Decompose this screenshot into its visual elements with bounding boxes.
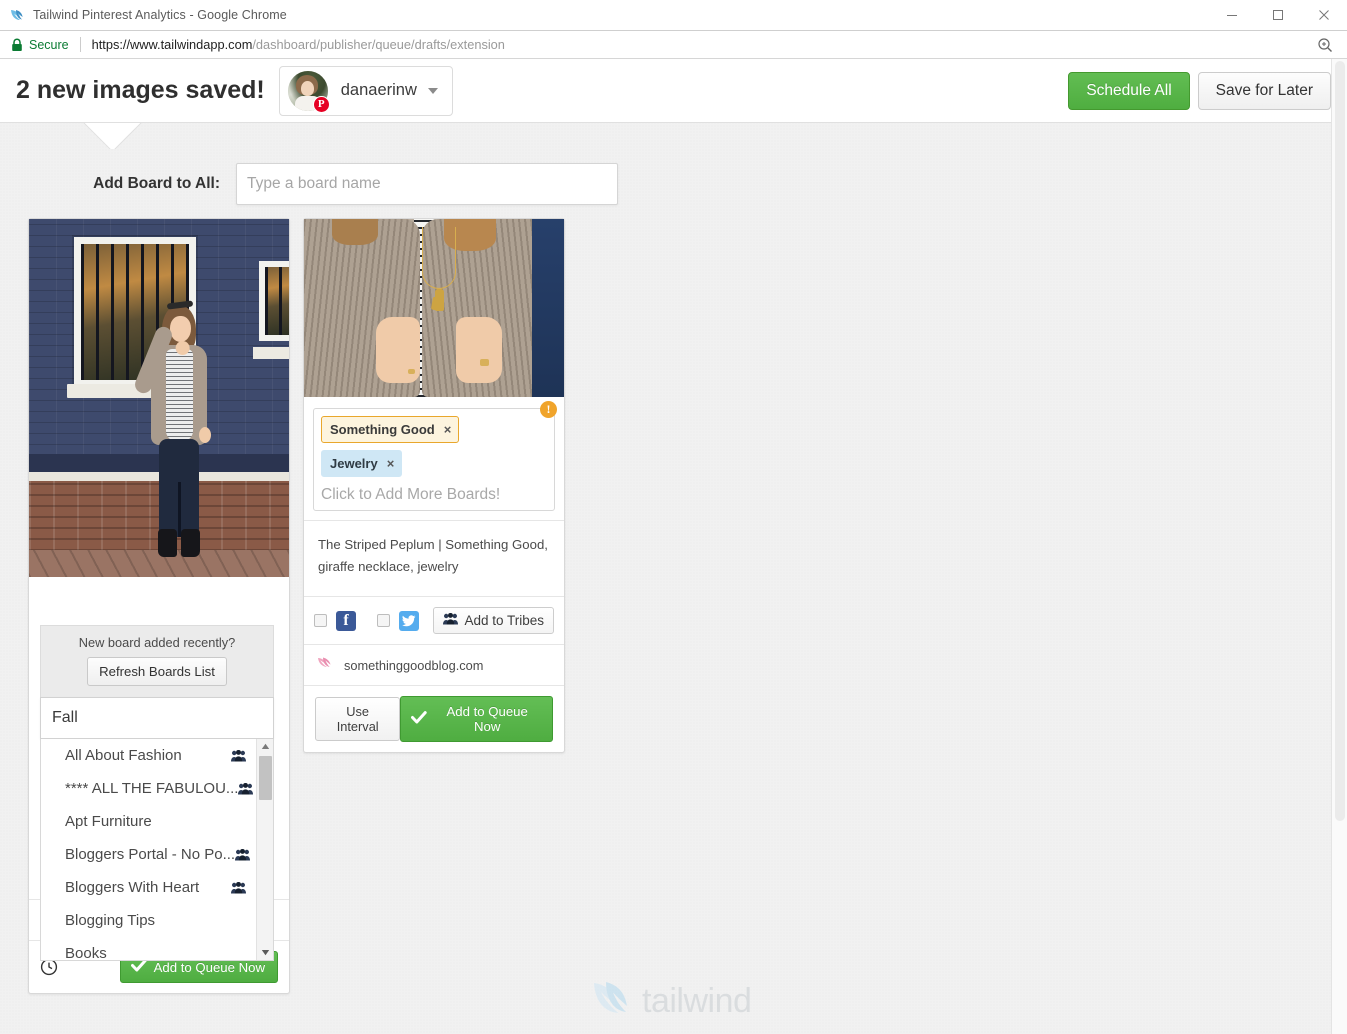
- board-name: Books: [65, 945, 107, 961]
- board-list-item[interactable]: Bloggers Portal - No Po...: [41, 838, 256, 871]
- board-list-item[interactable]: Books: [41, 937, 256, 961]
- add-to-queue-label-right: Add to Queue Now: [446, 704, 528, 734]
- topbar-actions: Schedule All Save for Later: [1068, 71, 1331, 110]
- tailwind-logo-icon: [590, 979, 632, 1024]
- account-name: danaerinw: [340, 81, 417, 99]
- board-tag-label: Something Good: [330, 422, 435, 437]
- page-title: 2 new images saved!: [16, 76, 265, 104]
- page-scrollbar[interactable]: [1331, 59, 1347, 1034]
- add-to-tribes-button[interactable]: Add to Tribes: [433, 607, 554, 634]
- board-name: Apt Furniture: [65, 813, 152, 830]
- zoom-in-icon[interactable]: [1317, 37, 1333, 53]
- save-for-later-button[interactable]: Save for Later: [1197, 71, 1331, 110]
- group-board-icon: [235, 848, 251, 861]
- scroll-down-arrow-icon[interactable]: [257, 945, 273, 960]
- board-tag[interactable]: Something Good ×: [321, 416, 460, 443]
- facebook-icon[interactable]: f: [336, 610, 356, 631]
- board-list-scroll-thumb[interactable]: [259, 756, 272, 800]
- action-row-right: Use Interval Add to Queue Now: [304, 686, 564, 752]
- tailwind-watermark-text: tailwind: [642, 982, 752, 1020]
- group-board-icon: [238, 782, 254, 795]
- board-picker-header: New board added recently? Refresh Boards…: [40, 625, 274, 697]
- board-list[interactable]: All About Fashion **** ALL THE FABULOU..…: [40, 739, 274, 961]
- board-tags: Something Good × Jewelry ×: [321, 416, 547, 477]
- source-row-right: somethinggoodblog.com: [304, 645, 564, 685]
- minimize-button[interactable]: [1209, 0, 1255, 31]
- window-controls: [1209, 0, 1347, 31]
- board-list-item[interactable]: All About Fashion: [41, 739, 256, 772]
- chevron-down-icon[interactable]: [427, 87, 438, 94]
- board-tag[interactable]: Jewelry ×: [321, 450, 403, 477]
- board-name: Blogging Tips: [65, 912, 156, 929]
- draft-image-left[interactable]: [29, 219, 289, 577]
- window-titlebar: Tailwind Pinterest Analytics - Google Ch…: [0, 0, 1347, 31]
- pinterest-bird-icon: [317, 656, 333, 674]
- page-scroll-thumb[interactable]: [1335, 61, 1345, 821]
- board-list-scrollbar[interactable]: [256, 739, 273, 960]
- add-to-queue-button-right[interactable]: Add to Queue Now: [400, 696, 553, 742]
- topbar-notch: [76, 123, 160, 149]
- board-list-items: All About Fashion **** ALL THE FABULOU..…: [41, 739, 256, 961]
- check-icon: [130, 959, 147, 975]
- board-name: All About Fashion: [65, 747, 182, 764]
- page-content: 2 new images saved! P danaerinw Schedule…: [0, 59, 1347, 1034]
- facebook-checkbox[interactable]: [314, 614, 327, 627]
- board-list-item[interactable]: Bloggers With Heart: [41, 871, 256, 904]
- window-title: Tailwind Pinterest Analytics - Google Ch…: [33, 8, 287, 22]
- address-separator: [79, 37, 81, 52]
- warning-badge-icon[interactable]: !: [540, 401, 557, 418]
- board-picker-dropdown: New board added recently? Refresh Boards…: [40, 625, 274, 961]
- pinterest-badge-icon: P: [312, 95, 330, 113]
- avatar: P: [287, 70, 330, 113]
- board-list-item[interactable]: **** ALL THE FABULOU...: [41, 772, 256, 805]
- add-board-to-all-input[interactable]: [236, 163, 618, 205]
- add-board-to-all-row: Add Board to All:: [0, 149, 900, 219]
- draft-image-right[interactable]: [304, 219, 564, 397]
- board-list-item[interactable]: Apt Furniture: [41, 805, 256, 838]
- tailwind-watermark: tailwind: [590, 979, 752, 1024]
- draft-card-right: ! Something Good × Jewelry × Click to Ad…: [303, 218, 565, 753]
- app-topbar: 2 new images saved! P danaerinw Schedule…: [0, 59, 1347, 123]
- boards-section-right: ! Something Good × Jewelry × Click to Ad…: [304, 397, 564, 520]
- lock-icon: [11, 38, 23, 52]
- boards-input-box[interactable]: Something Good × Jewelry × Click to Add …: [313, 408, 555, 511]
- add-to-tribes-label: Add to Tribes: [464, 613, 544, 628]
- add-to-queue-label-left: Add to Queue Now: [153, 959, 265, 975]
- description-text: The Striped Peplum | Something Good, gir…: [318, 537, 548, 574]
- url-host: https://www.tailwindapp.com: [91, 37, 253, 52]
- board-search-input[interactable]: [40, 697, 274, 739]
- refresh-boards-list-button[interactable]: Refresh Boards List: [87, 657, 227, 686]
- board-name: Bloggers Portal - No Po...: [65, 846, 236, 863]
- url-text[interactable]: https://www.tailwindapp.com/dashboard/pu…: [92, 37, 505, 52]
- address-bar[interactable]: Secure https://www.tailwindapp.com/dashb…: [0, 31, 1347, 59]
- description-section-right[interactable]: The Striped Peplum | Something Good, gir…: [304, 521, 564, 596]
- use-interval-button[interactable]: Use Interval: [315, 697, 401, 741]
- tribes-icon: [443, 612, 459, 628]
- twitter-checkbox[interactable]: [377, 614, 390, 627]
- source-domain-right[interactable]: somethinggoodblog.com: [344, 658, 483, 673]
- close-button[interactable]: [1301, 0, 1347, 31]
- board-name: **** ALL THE FABULOU...: [65, 780, 239, 797]
- board-tag-label: Jewelry: [330, 456, 378, 471]
- tailwind-favicon-icon: [9, 7, 25, 23]
- secure-label: Secure: [29, 37, 69, 52]
- board-list-item[interactable]: Blogging Tips: [41, 904, 256, 937]
- group-board-icon: [231, 749, 246, 762]
- remove-board-icon[interactable]: ×: [444, 422, 452, 437]
- add-board-to-all-label: Add Board to All:: [93, 175, 220, 192]
- maximize-button[interactable]: [1255, 0, 1301, 31]
- url-path: /dashboard/publisher/queue/drafts/extens…: [252, 37, 505, 52]
- schedule-all-button[interactable]: Schedule All: [1068, 71, 1190, 110]
- add-more-boards-placeholder[interactable]: Click to Add More Boards!: [321, 486, 547, 504]
- scroll-up-arrow-icon[interactable]: [257, 739, 273, 754]
- board-name: Bloggers With Heart: [65, 879, 200, 896]
- social-row-right: f Add to Tribes: [304, 597, 564, 644]
- check-icon: [411, 711, 428, 727]
- account-selector[interactable]: P danaerinw: [278, 65, 453, 116]
- remove-board-icon[interactable]: ×: [387, 456, 395, 471]
- twitter-icon[interactable]: [399, 610, 419, 631]
- group-board-icon: [231, 881, 246, 894]
- new-board-prompt: New board added recently?: [78, 635, 236, 650]
